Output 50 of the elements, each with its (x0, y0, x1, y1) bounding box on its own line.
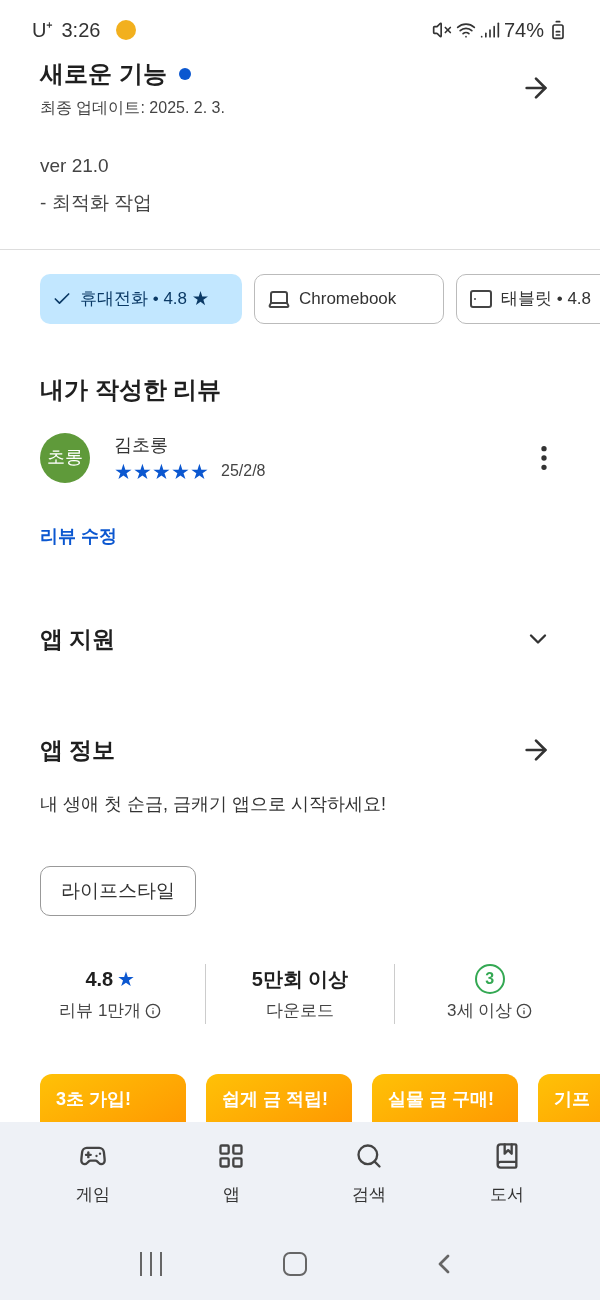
update-date: 최종 업데이트: 2025. 2. 3. (40, 98, 225, 118)
battery-percent: 74% (503, 18, 544, 43)
nav-tab[interactable]: 도서 (462, 1137, 552, 1211)
star-icon: ★ (117, 964, 136, 994)
stat-label: 리뷰 1만개 (59, 1000, 142, 1022)
wifi-icon (455, 20, 476, 40)
stat-value: 5만회 이상 (251, 967, 349, 992)
home-icon[interactable] (283, 1252, 307, 1276)
star-icon: ★ (114, 460, 133, 482)
info-icon[interactable] (145, 1002, 162, 1019)
star-icon: ★ (190, 460, 209, 482)
section-title: 앱 지원 (40, 625, 116, 654)
star-icon: ★ (171, 460, 190, 482)
recent-apps-icon[interactable] (140, 1252, 163, 1276)
info-icon[interactable] (516, 1002, 533, 1019)
section-title: 내가 작성한 리뷰 (39, 375, 223, 405)
stat-label: 3세 이상 (447, 1000, 513, 1022)
tablet-icon (469, 287, 493, 311)
stat-value: 4.8 (85, 967, 114, 992)
device-chip[interactable]: 태블릿 • 4.8 (456, 274, 600, 324)
nav-tab[interactable]: 게임 (48, 1137, 138, 1211)
screenshot-caption: 3초 가입! (56, 1087, 131, 1111)
release-note: ver 21.0 (40, 154, 110, 178)
avatar: 초롱 (40, 432, 90, 483)
release-note: - 최적화 작업 (40, 190, 153, 215)
device-chip[interactable]: 휴대전화 • 4.8 ★ (40, 274, 242, 324)
reviewer-name: 김초롱 (114, 434, 169, 457)
app-description: 내 생애 첫 순금, 금캐기 앱으로 시작하세요! (39, 793, 387, 816)
clock: 3:26 (61, 18, 101, 43)
signal-icon (479, 20, 500, 40)
screenshot-caption: 쉽게 금 적립! (222, 1087, 328, 1111)
search-icon (355, 1141, 383, 1170)
nav-tab[interactable]: 검색 (324, 1137, 414, 1211)
star-icon: ★ (152, 460, 171, 482)
section-title: 새로운 기능 (40, 59, 167, 89)
mute-icon (431, 20, 452, 40)
category-chip[interactable]: 라이프스타일 (40, 866, 196, 916)
star-icon: ★ (133, 460, 152, 482)
edit-review-link[interactable]: 리뷰 수정 (0, 523, 157, 550)
screenshot-caption: 기프 (554, 1087, 590, 1111)
device-chip[interactable]: Chromebook (254, 274, 444, 324)
section-title: 앱 정보 (40, 735, 116, 765)
nav-tab[interactable]: 앱 (186, 1137, 276, 1211)
screenshot-caption: 실물 금 구매! (388, 1087, 494, 1111)
grid-icon (217, 1141, 245, 1170)
carrier: U⁺ (32, 18, 54, 43)
age-rating-badge: 3 (474, 964, 505, 994)
review-date: 25/2/8 (221, 461, 266, 481)
notification-icon (116, 20, 137, 40)
stat-label: 다운로드 (266, 1000, 334, 1022)
